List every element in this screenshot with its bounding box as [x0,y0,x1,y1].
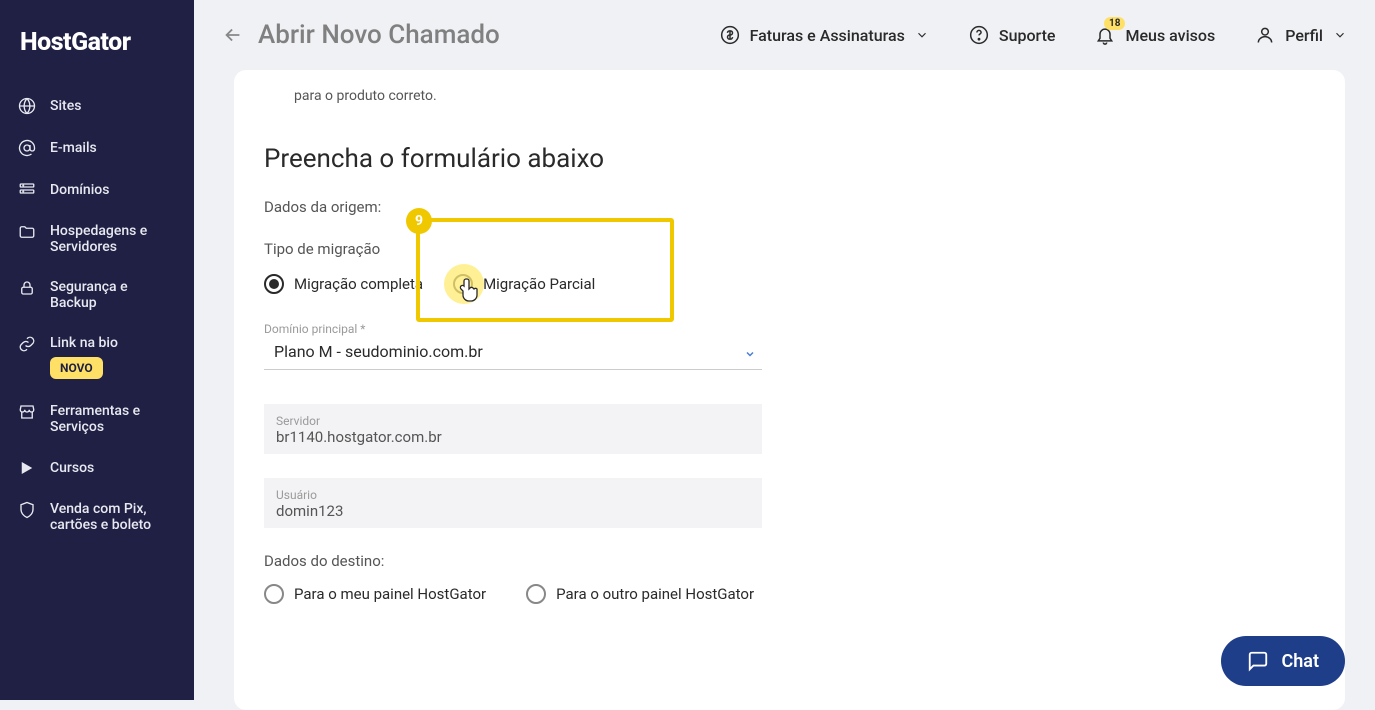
radio-unchecked-icon [526,584,546,604]
arrow-left-icon [222,24,244,46]
shield-icon [18,501,36,519]
folder-icon [18,223,36,241]
radio-migration-full[interactable]: Migração completa [264,274,423,294]
radio-dest-other-panel[interactable]: Para o outro painel HostGator [526,584,754,604]
store-icon [18,403,36,421]
play-icon [18,459,36,477]
back-nav[interactable]: Abrir Novo Chamado [222,20,700,50]
chevron-down-icon [1333,28,1347,42]
sidebar-item-label: Sites [50,98,81,114]
link-icon [18,335,36,353]
chevron-down-icon [744,348,756,360]
main-area: Abrir Novo Chamado Faturas e Assinaturas… [194,0,1375,700]
profile-action[interactable]: Perfil [1255,25,1347,45]
user-value: domin123 [276,502,750,520]
sidebar: HostGator Sites E-mails Domínios Hospeda… [0,0,194,700]
cursor-hand-icon [458,277,482,305]
invoices-action[interactable]: Faturas e Assinaturas [720,25,929,45]
user-icon [1255,25,1275,45]
chat-label: Chat [1281,651,1319,672]
bell-icon: 18 [1095,25,1115,45]
sidebar-item-label: Hospedagens e Servidores [50,223,176,255]
help-circle-icon [969,25,989,45]
truncated-note: para o produto correto. [234,70,1345,110]
form-title: Preencha o formulário abaixo [264,144,1285,174]
migration-type-label: Tipo de migração [264,240,1285,258]
radio-label: Para o meu painel HostGator [294,585,486,603]
globe-icon [18,97,36,115]
chat-button[interactable]: Chat [1221,636,1345,686]
origin-label: Dados da origem: [264,198,1285,216]
domain-label: Domínio principal * [264,322,1285,336]
radio-dest-my-panel[interactable]: Para o meu painel HostGator [264,584,486,604]
sidebar-item-label: Ferramentas e Serviços [50,403,176,435]
profile-label: Perfil [1285,26,1323,45]
radio-label: Migração completa [294,275,423,293]
lock-icon [18,279,36,297]
sidebar-item-sites[interactable]: Sites [0,85,194,127]
notice-count-badge: 18 [1104,17,1125,30]
server-label: Servidor [276,414,750,428]
domains-icon [18,181,36,199]
sidebar-item-hosting[interactable]: Hospedagens e Servidores [0,211,194,267]
radio-checked-icon [264,274,284,294]
sidebar-item-linkbio[interactable]: Link na bio NOVO [0,323,194,391]
sidebar-item-label: Cursos [50,460,94,476]
server-value: br1140.hostgator.com.br [276,428,750,446]
form-area: Preencha o formulário abaixo Dados da or… [234,110,1345,604]
dest-label: Dados do destino: [264,552,1285,570]
invoices-label: Faturas e Assinaturas [750,26,905,45]
content-card: para o produto correto. Preencha o formu… [234,70,1345,710]
sidebar-item-emails[interactable]: E-mails [0,127,194,169]
migration-radio-row: Migração completa Migração Parcial 9 [264,274,1285,294]
domain-select[interactable]: Plano M - seudominio.com.br [264,338,762,370]
dest-radio-row: Para o meu painel HostGator Para o outro… [264,584,1285,604]
sidebar-item-pix[interactable]: Venda com Pix, cartões e boleto [0,489,194,545]
radio-unchecked-icon [264,584,284,604]
sidebar-item-label: Segurança e Backup [50,279,176,311]
radio-label: Para o outro painel HostGator [556,585,754,603]
sidebar-item-dominios[interactable]: Domínios [0,169,194,211]
dollar-circle-icon [720,25,740,45]
chevron-down-icon [915,28,929,42]
support-action[interactable]: Suporte [969,25,1056,45]
user-label: Usuário [276,488,750,502]
support-label: Suporte [999,26,1056,45]
sidebar-item-tools[interactable]: Ferramentas e Serviços [0,391,194,447]
sidebar-item-security[interactable]: Segurança e Backup [0,267,194,323]
sidebar-item-label: Link na bio [50,335,118,351]
radio-label: Migração Parcial [483,275,595,293]
page-title: Abrir Novo Chamado [258,20,500,50]
user-field: Usuário domin123 [264,478,762,528]
chat-icon [1247,650,1269,672]
topbar: Abrir Novo Chamado Faturas e Assinaturas… [194,0,1375,70]
server-field: Servidor br1140.hostgator.com.br [264,404,762,454]
at-icon [18,139,36,157]
notices-label: Meus avisos [1125,26,1215,45]
sidebar-item-label: Venda com Pix, cartões e boleto [50,501,176,533]
notices-action[interactable]: 18 Meus avisos [1095,25,1215,45]
sidebar-item-courses[interactable]: Cursos [0,447,194,489]
novo-badge: NOVO [50,357,103,379]
sidebar-item-label: E-mails [50,140,97,156]
domain-select-value: Plano M - seudominio.com.br [264,338,762,369]
sidebar-item-label: Domínios [50,182,109,198]
top-actions: Faturas e Assinaturas Suporte 18 Meus av… [720,25,1347,45]
logo: HostGator [0,28,194,85]
